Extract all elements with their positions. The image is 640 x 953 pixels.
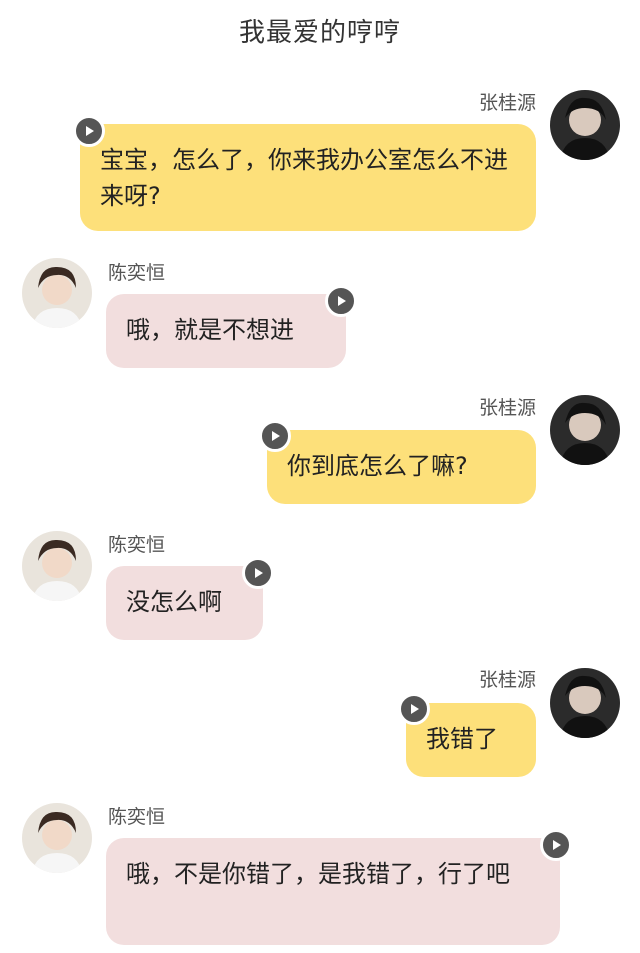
avatar[interactable] xyxy=(22,531,92,601)
avatar[interactable] xyxy=(22,803,92,873)
message-text: 哦，就是不想进 xyxy=(126,316,294,344)
play-icon[interactable] xyxy=(259,420,291,452)
avatar[interactable] xyxy=(550,90,620,160)
play-icon[interactable] xyxy=(398,693,430,725)
sender-name: 张桂源 xyxy=(478,92,536,114)
sender-name: 陈奕恒 xyxy=(108,262,166,284)
avatar-image xyxy=(22,531,92,601)
message-bubble[interactable]: 你到底怎么了嘛? xyxy=(267,430,536,504)
message-text: 哦，不是你错了，是我错了，行了吧 xyxy=(126,860,510,888)
message-text: 没怎么啊 xyxy=(126,588,222,616)
message-text: 宝宝，怎么了，你来我办公室怎么不进来呀? xyxy=(100,146,508,210)
message-text: 我错了 xyxy=(426,725,498,753)
avatar[interactable] xyxy=(550,395,620,465)
play-icon[interactable] xyxy=(242,557,274,589)
sender-name: 张桂源 xyxy=(478,669,536,691)
avatar-image xyxy=(22,258,92,328)
sender-name: 陈奕恒 xyxy=(108,806,166,828)
play-icon[interactable] xyxy=(73,115,105,147)
avatar[interactable] xyxy=(550,668,620,738)
avatar-image xyxy=(550,395,620,465)
avatar-image xyxy=(550,668,620,738)
avatar[interactable] xyxy=(22,258,92,328)
play-icon[interactable] xyxy=(540,829,572,861)
sender-name: 陈奕恒 xyxy=(108,534,166,556)
message-bubble[interactable]: 没怎么啊 xyxy=(106,566,263,640)
play-icon[interactable] xyxy=(325,285,357,317)
message-bubble[interactable]: 哦，就是不想进 xyxy=(106,294,346,368)
message-bubble[interactable]: 哦，不是你错了，是我错了，行了吧 xyxy=(106,838,560,945)
sender-name: 张桂源 xyxy=(478,397,536,419)
message-text: 你到底怎么了嘛? xyxy=(287,452,468,480)
avatar-image xyxy=(550,90,620,160)
avatar-image xyxy=(22,803,92,873)
message-bubble[interactable]: 宝宝，怎么了，你来我办公室怎么不进来呀? xyxy=(80,124,536,231)
chat-title: 我最爱的哼哼 xyxy=(238,18,401,48)
